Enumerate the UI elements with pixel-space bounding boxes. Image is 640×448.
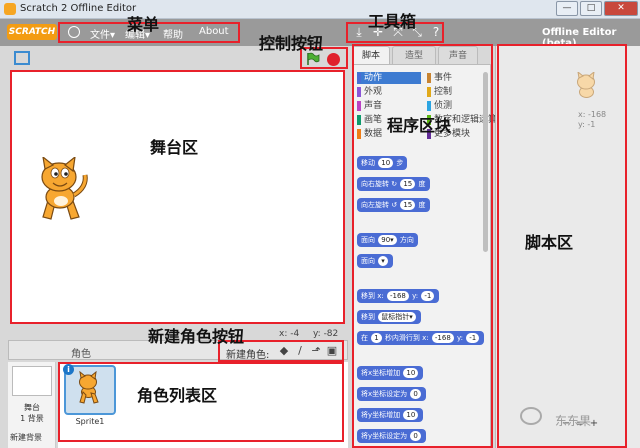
sprites-header-label: 角色 xyxy=(71,349,91,360)
minimize-button[interactable]: — xyxy=(556,1,578,16)
annotation-menu: 菜单 xyxy=(127,15,160,34)
window-title: Scratch 2 Offline Editor xyxy=(20,3,137,14)
stage-backdrops-count: 1 背景 xyxy=(20,414,44,423)
annotation-sprite-list: 角色列表区 xyxy=(137,386,218,405)
mouse-x-readout: x: -4 xyxy=(279,329,300,339)
annotation-palette: 程序区块 xyxy=(387,116,452,135)
annotation-new-sprite: 新建角色按钮 xyxy=(148,327,245,346)
new-backdrop-label: 新建背景 xyxy=(10,433,42,442)
window-controls: — □ ✕ xyxy=(556,1,638,16)
stage-label: 舞台 xyxy=(24,403,40,412)
close-button[interactable]: ✕ xyxy=(604,1,638,16)
stage-thumbnail[interactable] xyxy=(12,366,52,396)
maximize-button[interactable]: □ xyxy=(580,1,602,16)
scratch-logo[interactable]: SCRATCH xyxy=(7,24,57,40)
annotation-controls: 控制按钮 xyxy=(259,34,324,53)
app-icon xyxy=(4,3,16,15)
annotation-toolbox: 工具箱 xyxy=(368,12,417,31)
window-titlebar: Scratch 2 Offline Editor — □ ✕ xyxy=(0,0,640,19)
palette-highlight-box xyxy=(352,44,493,448)
stage-highlight-box xyxy=(10,70,345,324)
fullscreen-icon[interactable] xyxy=(14,51,30,65)
mouse-y-readout: y: -82 xyxy=(313,329,339,339)
annotation-scripts: 脚本区 xyxy=(525,233,574,252)
annotation-stage: 舞台区 xyxy=(150,138,199,157)
